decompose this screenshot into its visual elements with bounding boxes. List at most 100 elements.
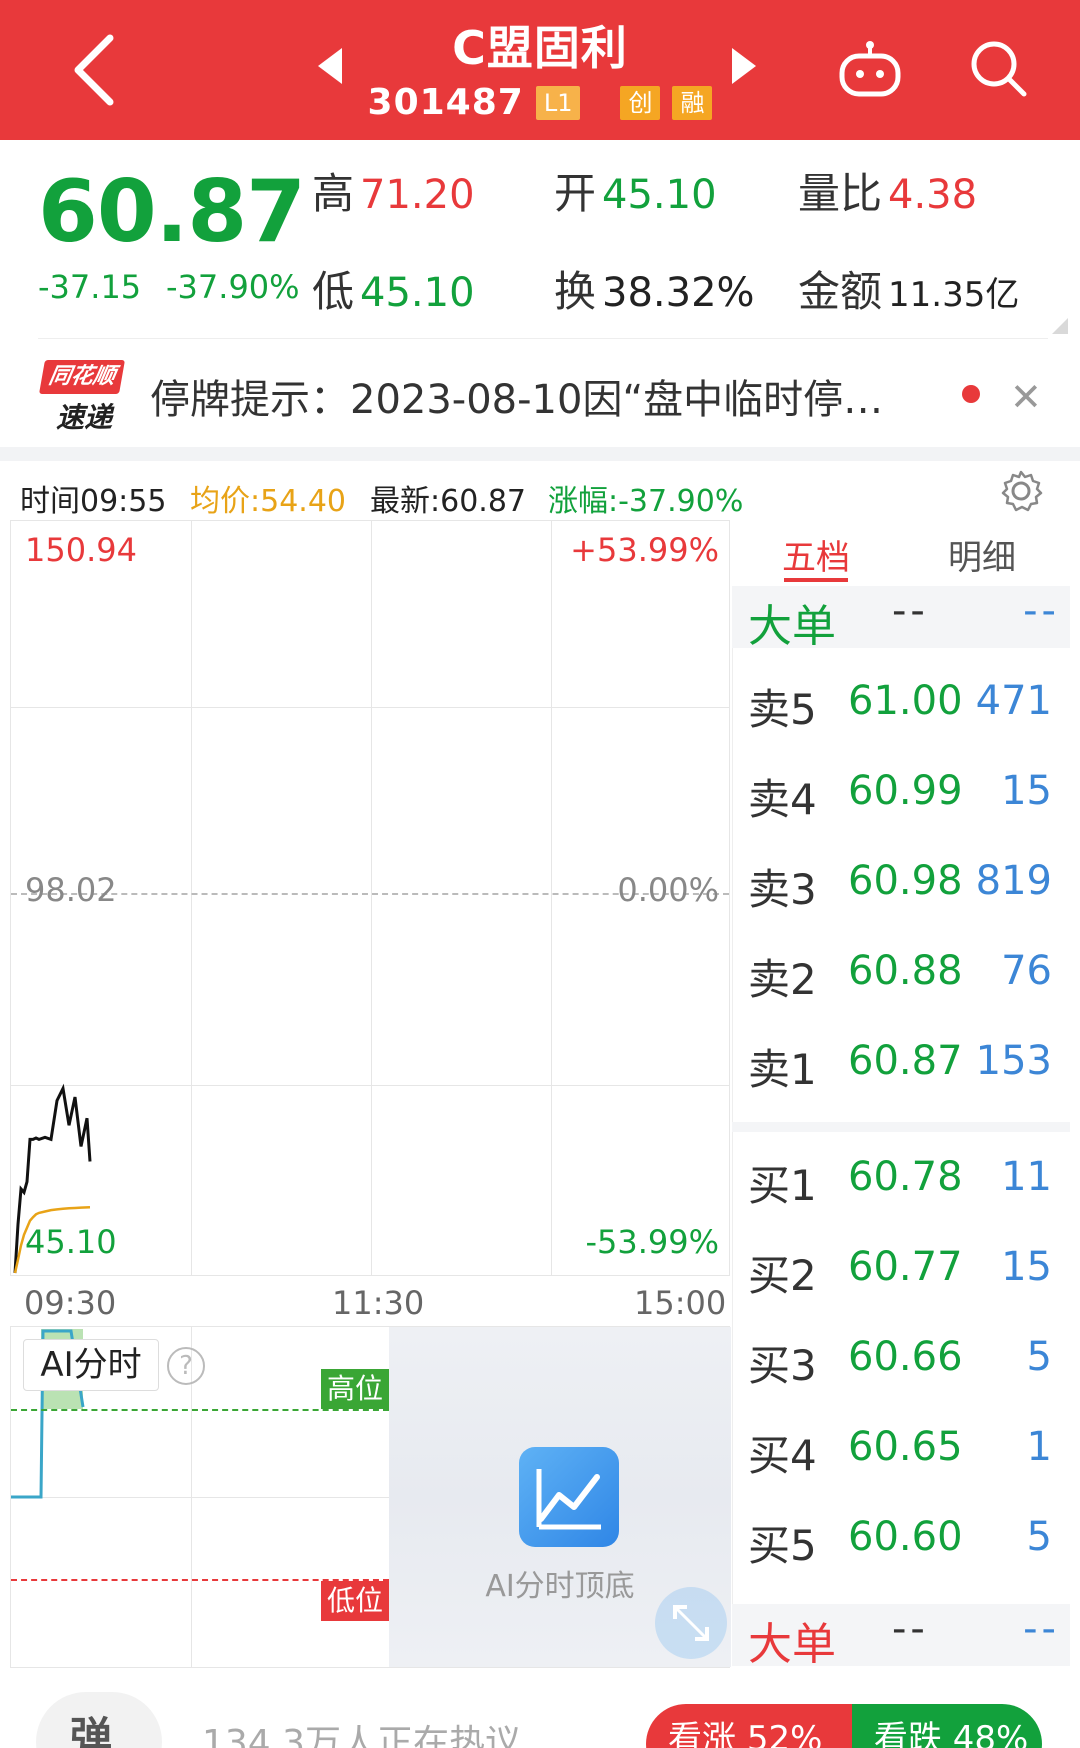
amount-item: 金额 11.35亿: [798, 258, 1019, 319]
section-gap: [0, 447, 1080, 461]
last-price: 60.87: [38, 162, 306, 262]
turnover-label: 换: [554, 267, 597, 316]
sell-row: 卖4 60.99 15: [732, 746, 1070, 836]
level-label: 卖1: [748, 1045, 817, 1094]
time-tick: 09:30: [24, 1284, 117, 1322]
level-price: 60.87: [848, 1038, 963, 1084]
open-item: 开 45.10: [554, 160, 717, 221]
buy-row: 买1 60.78 11: [732, 1132, 1070, 1222]
news-text[interactable]: 停牌提示：2023-08-10因“盘中临时停…: [150, 367, 883, 425]
big-order-sell-row: 大单 -- --: [732, 586, 1070, 652]
high-value: 71.20: [360, 172, 475, 218]
level-label: 买2: [748, 1251, 817, 1300]
sentiment-vote-bar[interactable]: 看涨 52% 看跌 48%: [646, 1704, 1042, 1748]
high-label: 高: [312, 169, 355, 218]
high-level-tag: 高位: [321, 1369, 389, 1409]
ai-top-bottom-overlay[interactable]: AI分时顶底: [389, 1327, 731, 1667]
level-volume: 11: [1001, 1154, 1052, 1200]
vote-up-button[interactable]: 看涨 52%: [646, 1704, 852, 1748]
next-stock-icon[interactable]: [732, 48, 756, 84]
vote-up-label: 看涨: [668, 1719, 736, 1748]
settings-gear-icon[interactable]: [998, 468, 1044, 514]
tab-five-levels[interactable]: 五档: [782, 530, 850, 579]
y-mid-price: 98.02: [25, 871, 117, 909]
low-item: 低 45.10: [312, 258, 475, 319]
open-value: 45.10: [602, 172, 717, 218]
ai-indicator-panel: 高位 低位 AI分时 ? AI分时顶底: [10, 1326, 731, 1668]
big-order-value: --: [892, 588, 929, 634]
bid-ask-separator: [732, 1122, 1070, 1132]
vote-down-button[interactable]: 看跌 48%: [851, 1704, 1042, 1748]
level-price: 61.00: [848, 678, 963, 724]
level-label: 卖3: [748, 865, 817, 914]
tab-details[interactable]: 明细: [948, 530, 1016, 579]
level-price: 60.65: [848, 1424, 963, 1470]
avg-price-readout: 均价:54.40: [190, 484, 346, 519]
level-volume: 76: [1001, 948, 1052, 994]
order-book: 五档 明细 大单 -- -- 卖5 61.00 471 卖4 60.99 15 …: [732, 520, 1070, 1670]
change-readout: 涨幅:-37.90%: [548, 484, 744, 519]
price-change-pct: -37.90%: [166, 268, 300, 306]
robot-icon[interactable]: [836, 40, 904, 100]
latest-price-readout: 最新:60.87: [370, 484, 526, 519]
intraday-chart[interactable]: 150.94 98.02 45.10 +53.99% 0.00% -53.99%: [10, 520, 730, 1276]
search-icon[interactable]: [966, 36, 1030, 100]
level-price: 60.78: [848, 1154, 963, 1200]
help-icon[interactable]: ?: [167, 1347, 205, 1385]
level-volume: 5: [1026, 1514, 1052, 1560]
discussion-count[interactable]: 134.3万人正在热议: [202, 1714, 521, 1748]
gem-tag: 创: [620, 85, 661, 120]
sell-row: 卖3 60.98 819: [732, 836, 1070, 926]
level-label: 买4: [748, 1431, 817, 1480]
open-label: 开: [554, 169, 597, 218]
low-label: 低: [312, 267, 355, 316]
level-label: 卖4: [748, 775, 817, 824]
logo-bottom-text: 速递: [55, 401, 112, 434]
level-volume: 5: [1026, 1334, 1052, 1380]
quote-panel: 60.87 -37.15 -37.90% 高 71.20 开 45.10 量比 4.3…: [0, 140, 1080, 340]
vol-ratio-value: 4.38: [888, 172, 978, 218]
stock-code: 301487: [367, 82, 524, 123]
high-level-line: [11, 1409, 389, 1411]
vote-down-label: 看跌: [873, 1719, 942, 1748]
chart-info-bar: 时间09:55 均价:54.40 最新:60.87 涨幅:-37.90%: [0, 466, 1080, 522]
stock-name: C盟固利: [452, 21, 628, 75]
amount-label: 金额: [798, 267, 883, 316]
buy-row: 买2 60.77 15: [732, 1222, 1070, 1312]
level-volume: 15: [1001, 768, 1052, 814]
active-tab-underline: [784, 578, 848, 582]
high-item: 高 71.20: [312, 160, 475, 221]
expand-corner-icon[interactable]: [1052, 318, 1068, 334]
level-volume: 819: [975, 858, 1052, 904]
news-ticker[interactable]: 同花顺 速递 停牌提示：2023-08-10因“盘中临时停… ✕: [0, 345, 1080, 445]
close-icon[interactable]: ✕: [1010, 375, 1042, 419]
ai-timeshare-button[interactable]: AI分时: [23, 1339, 159, 1391]
vol-ratio-item: 量比 4.38: [798, 160, 977, 221]
level-price: 60.60: [848, 1514, 963, 1560]
low-value: 45.10: [360, 270, 475, 316]
big-order-volume: --: [1023, 1606, 1060, 1652]
expand-icon[interactable]: [655, 1587, 727, 1659]
margin-tag: 融: [672, 85, 713, 120]
stock-code-row: 301487 L1 创 融: [0, 82, 1080, 123]
level-volume: 1: [1026, 1424, 1052, 1470]
big-order-volume: --: [1023, 588, 1060, 634]
level-label: 卖2: [748, 955, 817, 1004]
level-label: 买3: [748, 1341, 817, 1390]
y-mid-pct: 0.00%: [617, 871, 719, 909]
big-order-buy-row: 大单 -- --: [732, 1604, 1070, 1670]
vol-ratio-label: 量比: [798, 169, 883, 218]
logo-top-text: 同花顺: [39, 360, 125, 394]
unread-dot-icon: [962, 385, 980, 403]
buy-row: 买3 60.66 5: [732, 1312, 1070, 1402]
time-tick: 11:30: [332, 1284, 425, 1322]
low-level-tag: 低位: [321, 1581, 389, 1621]
trend-chart-icon: [519, 1447, 619, 1547]
level-volume: 471: [975, 678, 1052, 724]
level-price: 60.77: [848, 1244, 963, 1290]
level-price: 60.98: [848, 858, 963, 904]
time-readout: 时间09:55: [20, 484, 167, 519]
danmu-button[interactable]: 弹: [36, 1692, 162, 1748]
buy-row: 买4 60.65 1: [732, 1402, 1070, 1492]
order-book-tabs: 五档 明细: [732, 520, 1070, 584]
